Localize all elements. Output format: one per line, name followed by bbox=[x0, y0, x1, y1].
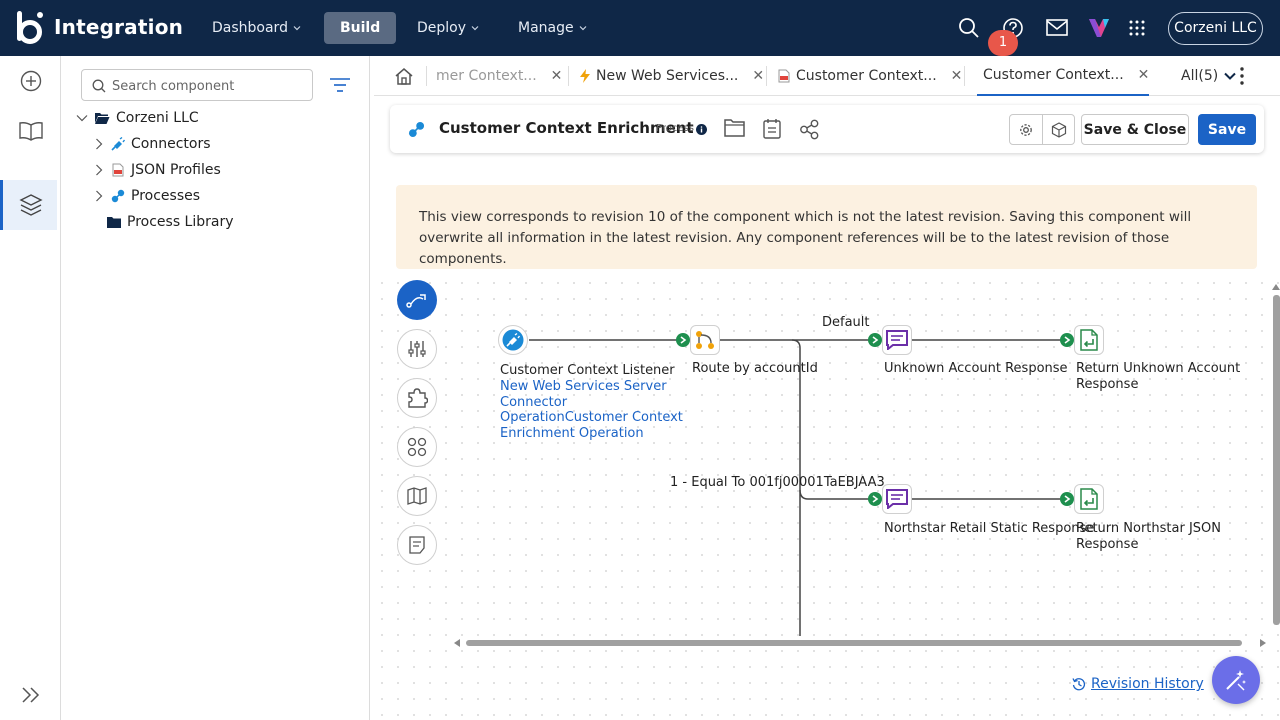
vertical-scrollbar[interactable] bbox=[1273, 295, 1280, 625]
notes-tool-button[interactable] bbox=[397, 525, 437, 565]
return-shape-label: Return Northstar JSON Response bbox=[1076, 521, 1221, 552]
connector-arrow-icon bbox=[868, 333, 882, 347]
adjustments-tool-button[interactable] bbox=[397, 329, 437, 369]
connector-arrow-icon bbox=[1060, 333, 1074, 347]
default-route-label: Default bbox=[822, 315, 870, 330]
return-documents-icon bbox=[1080, 488, 1098, 510]
connector-plug-icon bbox=[502, 329, 524, 351]
connector-arrow-icon bbox=[868, 492, 882, 506]
scroll-right-arrow-icon[interactable] bbox=[1258, 638, 1268, 648]
connector-arrow-icon bbox=[676, 333, 690, 347]
history-icon bbox=[1072, 678, 1086, 691]
sliders-icon bbox=[408, 341, 426, 357]
start-shape-label: Customer Context Listener bbox=[500, 363, 675, 378]
ai-magic-fab[interactable] bbox=[1212, 656, 1260, 704]
revision-history-label: Revision History bbox=[1091, 676, 1204, 692]
decision-shape[interactable] bbox=[690, 325, 720, 355]
puzzle-tool-button[interactable] bbox=[397, 378, 437, 418]
connector-arrow-icon bbox=[1060, 492, 1074, 506]
map-tool-button[interactable] bbox=[397, 476, 437, 516]
shapes-palette-tool-button[interactable] bbox=[397, 427, 437, 467]
scroll-up-arrow-icon[interactable] bbox=[1271, 282, 1280, 291]
message-icon bbox=[886, 330, 908, 350]
message-shape-unknown-account[interactable] bbox=[882, 325, 912, 355]
process-connector-lines bbox=[529, 339, 1067, 636]
route-decision-icon bbox=[696, 331, 714, 349]
start-shape[interactable] bbox=[498, 325, 528, 355]
scroll-left-arrow-icon[interactable] bbox=[452, 638, 462, 648]
branch-route-label: 1 - Equal To 001fj00001TaEBJAA3 bbox=[670, 475, 885, 490]
message-shape-label: Northstar Retail Static Response bbox=[884, 521, 1095, 536]
return-documents-shape-northstar[interactable] bbox=[1074, 484, 1104, 514]
decision-shape-label: Route by accountId bbox=[692, 361, 818, 376]
message-shape-label: Unknown Account Response bbox=[884, 361, 1068, 376]
puzzle-icon bbox=[408, 388, 428, 408]
route-icon bbox=[406, 294, 426, 308]
notes-icon bbox=[409, 536, 425, 554]
map-icon bbox=[407, 487, 427, 505]
connect-route-tool-button[interactable] bbox=[397, 280, 437, 320]
return-shape-label: Return Unknown Account Response bbox=[1076, 361, 1241, 392]
operation-link[interactable]: OperationCustomer Context Enrichment Ope… bbox=[500, 410, 690, 441]
message-icon bbox=[886, 489, 908, 509]
connector-link[interactable]: New Web Services Server Connector bbox=[500, 379, 680, 410]
return-documents-shape-unknown[interactable] bbox=[1074, 325, 1104, 355]
return-documents-icon bbox=[1080, 329, 1098, 351]
shapes-grid-icon bbox=[407, 437, 427, 457]
revision-history-link[interactable]: Revision History bbox=[1072, 676, 1204, 692]
magic-wand-icon bbox=[1226, 670, 1246, 691]
horizontal-scrollbar[interactable] bbox=[466, 640, 1242, 646]
message-shape-northstar[interactable] bbox=[882, 484, 912, 514]
